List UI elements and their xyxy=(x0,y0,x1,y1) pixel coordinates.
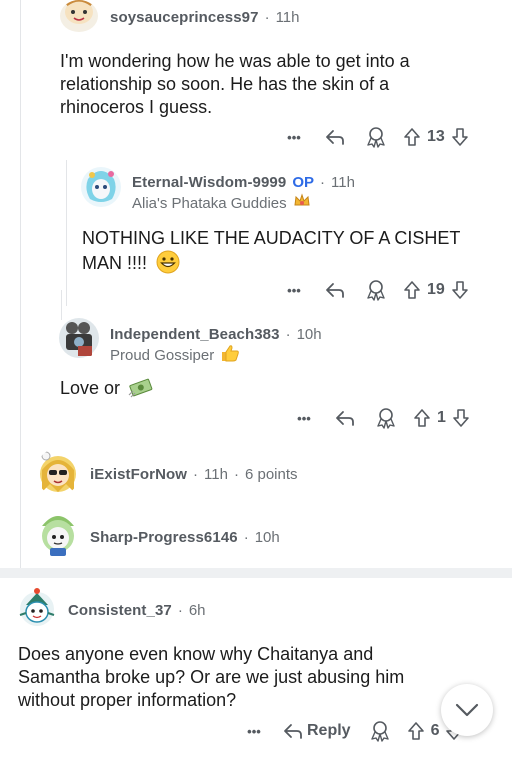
comment-body: Love or xyxy=(60,377,470,405)
comment-header: iExistForNow · 11h · 6 points xyxy=(90,464,298,484)
username[interactable]: Eternal-Wisdom-9999 xyxy=(132,174,286,191)
reply-icon[interactable] xyxy=(335,409,355,427)
vote-count: 13 xyxy=(427,128,445,145)
comment-body: I'm wondering how he was able to get int… xyxy=(60,51,410,117)
emoji-thumbs-up xyxy=(220,344,240,367)
user-flair: Alia's Phataka Guddies xyxy=(132,192,311,214)
timestamp: 11h xyxy=(204,465,228,483)
more-icon[interactable]: ••• xyxy=(283,130,305,145)
upvote-icon[interactable] xyxy=(403,280,421,300)
award-icon[interactable] xyxy=(375,407,397,429)
thread-line xyxy=(66,160,67,306)
avatar[interactable] xyxy=(80,165,122,209)
reply-button[interactable]: Reply xyxy=(283,722,351,740)
comment-actions: ••• 19 xyxy=(283,276,493,304)
comment-header: soysauceprincess97 · 11h xyxy=(110,7,300,27)
award-icon[interactable] xyxy=(369,720,391,742)
separator: · xyxy=(264,8,270,26)
separator: · xyxy=(285,325,291,343)
more-icon[interactable]: ••• xyxy=(283,283,305,298)
vote-count: 6 xyxy=(430,722,440,739)
more-icon[interactable]: ••• xyxy=(243,724,265,739)
separator: · xyxy=(243,528,249,546)
avatar[interactable] xyxy=(60,0,98,32)
vote-count: 1 xyxy=(437,409,446,426)
thread-line xyxy=(20,0,21,570)
separator: · xyxy=(193,465,199,483)
comment-header: Sharp-Progress6146 · 10h xyxy=(90,527,280,547)
more-icon[interactable]: ••• xyxy=(293,411,315,426)
comment-actions: ••• 1 xyxy=(293,404,493,432)
emoji-money xyxy=(128,377,154,405)
downvote-icon[interactable] xyxy=(451,127,469,147)
separator: · xyxy=(320,173,325,191)
upvote-icon[interactable] xyxy=(403,127,421,147)
avatar[interactable] xyxy=(36,508,80,558)
timestamp: 10h xyxy=(296,325,322,343)
separator: · xyxy=(233,465,239,483)
comment-header: Eternal-Wisdom-9999 OP · 11h xyxy=(132,172,355,192)
user-flair: Proud Gossiper xyxy=(110,344,240,367)
comment-text: NOTHING LIKE THE AUDACITY OF A CISHET MA… xyxy=(82,228,461,273)
flair-text: Proud Gossiper xyxy=(110,346,215,364)
scroll-down-button[interactable] xyxy=(441,684,493,736)
vote-count: 19 xyxy=(427,281,445,298)
award-icon[interactable] xyxy=(365,279,387,301)
comment-actions: ••• 13 xyxy=(283,123,493,151)
downvote-icon[interactable] xyxy=(451,280,469,300)
upvote-icon[interactable] xyxy=(413,408,431,428)
timestamp: 6h xyxy=(188,601,206,619)
comment-text: Love or xyxy=(60,378,121,398)
reply-label: Reply xyxy=(307,722,351,739)
comment-body: Does anyone even know why Chaitanya and … xyxy=(18,644,405,710)
avatar[interactable] xyxy=(58,316,100,360)
emoji-crown xyxy=(293,192,311,214)
reply-icon xyxy=(283,722,303,740)
reply-icon[interactable] xyxy=(325,128,345,146)
section-divider xyxy=(0,568,512,578)
timestamp: 11h xyxy=(331,173,355,191)
flair-text: Alia's Phataka Guddies xyxy=(132,194,287,212)
username[interactable]: iExistForNow xyxy=(90,466,187,483)
comment-body: NOTHING LIKE THE AUDACITY OF A CISHET MA… xyxy=(82,227,492,280)
comment-header: Independent_Beach383 · 10h xyxy=(110,324,322,344)
points: 6 points xyxy=(244,465,298,483)
emoji-grin xyxy=(156,250,180,280)
timestamp: 11h xyxy=(275,8,300,26)
avatar[interactable] xyxy=(16,585,58,629)
comment-header: Consistent_37 · 6h xyxy=(68,600,206,620)
thread-line xyxy=(61,290,62,320)
award-icon[interactable] xyxy=(365,126,387,148)
timestamp: 10h xyxy=(254,528,280,546)
separator: · xyxy=(177,601,183,619)
op-badge: OP xyxy=(292,173,314,191)
username[interactable]: soysauceprincess97 xyxy=(110,9,259,26)
username[interactable]: Consistent_37 xyxy=(68,602,172,619)
chevron-down-icon xyxy=(454,702,480,718)
username[interactable]: Sharp-Progress6146 xyxy=(90,529,238,546)
avatar[interactable] xyxy=(36,448,80,496)
upvote-icon[interactable] xyxy=(407,721,425,741)
username[interactable]: Independent_Beach383 xyxy=(110,326,280,343)
reply-icon[interactable] xyxy=(325,281,345,299)
downvote-icon[interactable] xyxy=(452,408,470,428)
